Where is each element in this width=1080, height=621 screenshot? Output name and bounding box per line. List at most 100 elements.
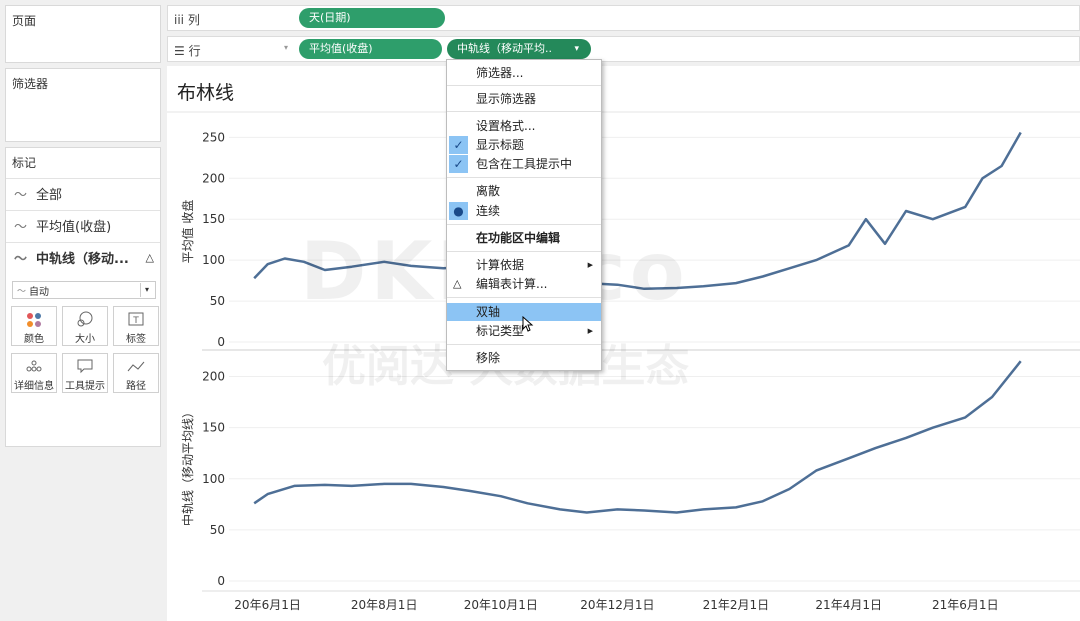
x-tick-label: 20年12月1日 (580, 598, 654, 612)
menu-item-label: 包含在工具提示中 (476, 157, 573, 171)
x-tick-label: 20年10月1日 (464, 598, 538, 612)
marks-item-label: 中轨线（移动... (36, 252, 129, 267)
menu-separator (447, 177, 601, 178)
menu-item-label: 计算依据 (476, 258, 525, 272)
submenu-arrow-icon: ▶ (587, 261, 593, 269)
marks-item-label: 全部 (36, 188, 63, 203)
detail-button-label: 详细信息 (14, 381, 54, 392)
mark-type-select[interactable]: 〜 自动 ▾ (12, 281, 156, 299)
menu-item-label: 编辑表计算... (476, 277, 548, 291)
size-button-label: 大小 (75, 334, 95, 345)
checkmark-icon: ✓ (449, 155, 468, 173)
line-mark-icon: 〜 (14, 220, 28, 235)
menu-item-format[interactable]: 设置格式... (447, 117, 601, 135)
menu-separator (447, 251, 601, 252)
x-tick-label: 20年8月1日 (351, 598, 418, 612)
submenu-arrow-icon: ▶ (587, 327, 593, 335)
menu-item-show-filter[interactable]: 显示筛选器 (447, 90, 601, 108)
menu-item-compute-using[interactable]: 计算依据 ▶ (447, 256, 601, 274)
rows-shelf[interactable]: ☰ 行 ▾ 平均值(收盘) 中轨线（移动平均.. ▾ (167, 36, 1080, 62)
line-mark-icon: 〜 (14, 252, 28, 267)
text-label-icon: T (128, 312, 144, 326)
columns-label-text: 列 (187, 13, 200, 27)
color-button-label: 颜色 (24, 334, 44, 345)
menu-separator (447, 85, 601, 86)
detail-icon (26, 360, 42, 372)
y-tick-label: 50 (210, 523, 225, 537)
rows-pill-middle-band[interactable]: 中轨线（移动平均.. ▾ (447, 39, 591, 59)
marks-item-all[interactable]: 〜 全部 (6, 178, 160, 208)
menu-item-continuous[interactable]: ● 连续 (447, 202, 601, 220)
menu-item-filter[interactable]: 筛选器... (447, 64, 601, 82)
columns-pill-date[interactable]: 天(日期) (299, 8, 445, 28)
detail-button[interactable]: 详细信息 (11, 353, 57, 393)
marks-panel-title: 标记 (12, 156, 37, 170)
delta-icon: △ (453, 277, 462, 290)
svg-text:T: T (132, 316, 139, 326)
color-button[interactable]: 颜色 (11, 306, 57, 346)
y-axis-title: 中轨线（移动平均线） (180, 406, 195, 526)
mouse-cursor-icon (522, 316, 534, 332)
delta-icon: △ (145, 251, 154, 264)
menu-item-label: 连续 (476, 204, 501, 218)
rows-icon: ☰ (174, 44, 185, 58)
menu-separator (447, 344, 601, 345)
y-tick-label: 0 (217, 335, 225, 349)
menu-item-label: 标记类型 (476, 324, 525, 338)
tooltip-icon (77, 359, 93, 374)
menu-item-include-tooltip[interactable]: ✓ 包含在工具提示中 (447, 155, 601, 173)
label-button[interactable]: T 标签 (113, 306, 159, 346)
menu-separator (447, 224, 601, 225)
x-tick-label: 21年6月1日 (932, 598, 999, 612)
menu-separator (447, 297, 601, 298)
menu-item-label: 显示标题 (476, 138, 525, 152)
rows-pill-middle-band-label: 中轨线（移动平均.. (457, 42, 552, 55)
menu-item-remove[interactable]: 移除 (447, 349, 601, 367)
marks-panel: 标记 〜 全部 〜 平均值(收盘) 〜 中轨线（移动... △ 〜 自动 ▾ 颜… (5, 147, 161, 447)
y-tick-label: 0 (217, 574, 225, 588)
pages-panel-title: 页面 (12, 14, 37, 28)
menu-item-edit-table-calc[interactable]: △ 编辑表计算... (447, 275, 601, 293)
x-tick-label: 20年6月1日 (234, 598, 301, 612)
rows-shelf-label: ☰ 行 (174, 42, 201, 59)
path-icon (127, 361, 145, 372)
color-icon (27, 313, 41, 327)
columns-shelf-label: iii 列 (174, 11, 200, 28)
rows-shelf-dropdown-icon[interactable]: ▾ (284, 43, 288, 52)
y-tick-label: 200 (202, 171, 225, 185)
columns-shelf[interactable]: iii 列 天(日期) (167, 5, 1080, 31)
path-button-label: 路径 (126, 381, 146, 392)
tooltip-button-label: 工具提示 (65, 381, 105, 392)
line-mark-icon: 〜 (14, 188, 28, 203)
y-tick-label: 50 (210, 294, 225, 308)
marks-item-middle-band[interactable]: 〜 中轨线（移动... △ (6, 242, 160, 272)
menu-item-edit-in-shelf[interactable]: 在功能区中编辑 (447, 229, 601, 247)
y-tick-label: 200 (202, 370, 225, 384)
filters-panel[interactable]: 筛选器 (5, 68, 161, 142)
chevron-down-icon: ▾ (574, 44, 579, 54)
tooltip-button[interactable]: 工具提示 (62, 353, 108, 393)
rows-label-text: 行 (188, 44, 201, 58)
marks-item-avg-close[interactable]: 〜 平均值(收盘) (6, 210, 160, 240)
y-tick-label: 100 (202, 472, 225, 486)
size-button[interactable]: 大小 (62, 306, 108, 346)
y-tick-label: 100 (202, 253, 225, 267)
filters-panel-title: 筛选器 (12, 77, 49, 91)
chevron-down-icon: ▾ (140, 283, 153, 297)
path-button[interactable]: 路径 (113, 353, 159, 393)
radio-dot-icon: ● (449, 202, 468, 220)
menu-separator (447, 111, 601, 112)
menu-item-show-header[interactable]: ✓ 显示标题 (447, 136, 601, 154)
checkmark-icon: ✓ (449, 136, 468, 154)
menu-item-discrete[interactable]: 离散 (447, 182, 601, 200)
y-tick-label: 250 (202, 130, 225, 144)
x-tick-label: 21年4月1日 (815, 598, 882, 612)
mark-type-value: 自动 (29, 286, 50, 298)
y-axis-title: 平均值 收盘 (180, 200, 195, 264)
marks-item-label: 平均值(收盘) (36, 220, 112, 235)
y-tick-label: 150 (202, 212, 225, 226)
rows-pill-avg-close[interactable]: 平均值(收盘) (299, 39, 442, 59)
columns-icon: iii (174, 13, 185, 27)
pages-panel[interactable]: 页面 (5, 5, 161, 63)
x-tick-label: 21年2月1日 (703, 598, 770, 612)
